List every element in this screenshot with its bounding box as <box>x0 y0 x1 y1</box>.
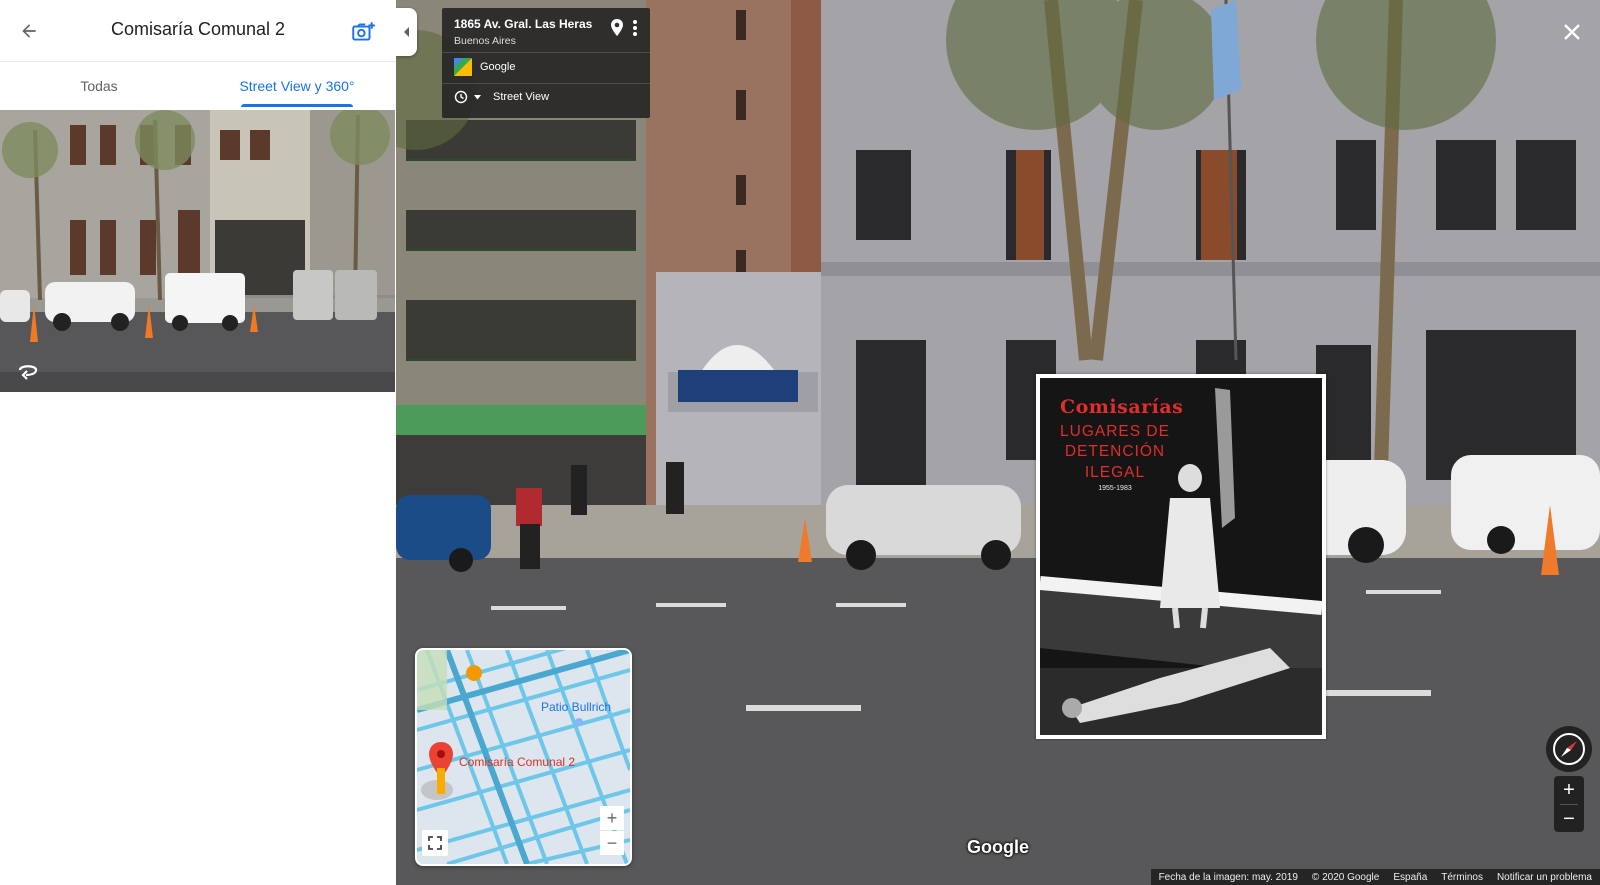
street-view-viewer[interactable]: 1865 Av. Gral. Las Heras Buenos Aires Go… <box>396 0 1600 885</box>
location-info-card: 1865 Av. Gral. Las Heras Buenos Aires Go… <box>442 8 650 118</box>
info-divider <box>442 83 650 84</box>
chevron-left-icon <box>403 27 409 37</box>
overlay-poster-image[interactable]: Comisarías LUGARES DE DETENCIÓN ILEGAL 1… <box>1036 374 1326 739</box>
street-view-thumbnail[interactable] <box>0 110 395 392</box>
tab-all[interactable]: Todas <box>0 62 198 110</box>
city-text: Buenos Aires <box>454 35 516 47</box>
poster-photo: Comisarías LUGARES DE DETENCIÓN ILEGAL 1… <box>1040 378 1322 735</box>
arrow-left-icon <box>22 24 36 38</box>
google-maps-icon <box>454 58 472 76</box>
place-title: Comisaría Comunal 2 <box>110 19 286 39</box>
clock-icon <box>454 90 468 104</box>
history-row[interactable]: Street View <box>454 90 549 104</box>
provider-row: Google <box>454 58 515 76</box>
map-poi-label: Patio Bullrich <box>541 700 612 714</box>
side-panel: Comisaría Comunal 2 Todas Street View y … <box>0 0 396 885</box>
location-pin-icon[interactable] <box>608 18 626 38</box>
poster-line: LUGARES DE <box>1060 423 1170 440</box>
history-label: Street View <box>493 91 550 103</box>
dropdown-arrow-icon <box>474 94 481 99</box>
more-vert-icon[interactable] <box>628 18 642 38</box>
poster-line: ILEGAL <box>1084 464 1146 481</box>
minimap[interactable]: Patio Bullrich Comisaría Comunal 2 + − <box>415 648 632 866</box>
info-divider <box>442 52 650 53</box>
rotate-360-icon[interactable] <box>14 360 42 382</box>
close-icon <box>1564 24 1580 40</box>
map-place-label: Comisaría Comunal 2 <box>459 755 576 769</box>
add-photo-button[interactable] <box>348 17 378 47</box>
terms-link[interactable]: Términos <box>1441 872 1483 883</box>
zoom-in-button[interactable]: + <box>1554 776 1584 804</box>
street-view-zoom-controls: + − <box>1554 776 1584 832</box>
panel-header: Comisaría Comunal 2 <box>0 0 396 62</box>
copyright: © 2020 Google <box>1311 871 1380 883</box>
thumbnail-scene <box>0 110 395 392</box>
close-street-view-button[interactable] <box>1552 12 1592 52</box>
provider-name: Google <box>480 61 516 73</box>
poster-years: 1955-1983 <box>1098 485 1132 492</box>
map-zoom-out-button[interactable]: − <box>600 831 624 855</box>
back-button[interactable] <box>14 16 44 46</box>
photo-tabs: Todas Street View y 360° <box>0 62 396 110</box>
zoom-out-button[interactable]: − <box>1554 805 1584 833</box>
map-fullscreen-button[interactable] <box>422 830 448 856</box>
address-text: 1865 Av. Gral. Las Heras <box>454 17 593 31</box>
map-zoom-in-button[interactable]: + <box>600 806 624 830</box>
tab-street-view-360[interactable]: Street View y 360° <box>198 62 396 110</box>
footer-bar: Fecha de la imagen: may. 2019 © 2020 Goo… <box>1150 869 1600 885</box>
report-problem-link[interactable]: Notificar un problema <box>1497 872 1592 883</box>
poster-title: Comisarías <box>1060 396 1184 418</box>
add-photo-icon <box>352 22 375 41</box>
fullscreen-icon <box>428 836 442 850</box>
google-logo: Google <box>967 837 1029 857</box>
compass-icon <box>1553 733 1585 765</box>
compass-button[interactable] <box>1546 726 1592 772</box>
image-date: Fecha de la imagen: may. 2019 <box>1158 871 1298 883</box>
collapse-panel-button[interactable] <box>396 8 417 56</box>
region-link[interactable]: España <box>1393 872 1427 883</box>
poster-line: DETENCIÓN <box>1064 443 1166 460</box>
